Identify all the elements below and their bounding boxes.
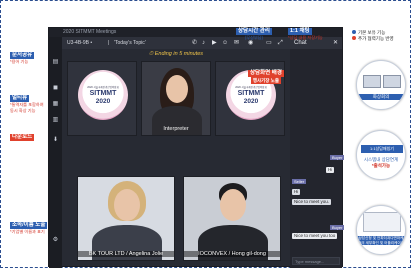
video-tile-seller[interactable]: IOCONVEX / Hong gil-dong	[183, 176, 281, 261]
chat-message: Nice to meet you too	[292, 233, 338, 239]
annotation-download: 다운로드	[10, 134, 35, 141]
participant-name: Interpreter	[163, 126, 189, 132]
multiview-icon[interactable]: ▦	[52, 101, 59, 108]
meeting-id: U3-4B-9B •	[67, 40, 93, 46]
logo-subtitle: 2020 서울국제관광산업박람회	[87, 86, 119, 89]
legend: 기본 보유 기능 추가 협력기능 반영	[352, 30, 394, 42]
participant-name: BK TOUR LTD / Angelina Jolie	[78, 251, 174, 257]
monitor-graphic	[383, 75, 401, 88]
participant-face	[114, 189, 140, 221]
legend-swatch-red	[352, 36, 356, 40]
close-icon[interactable]: ✕	[333, 37, 338, 49]
logo-title: SITMMT	[237, 90, 265, 97]
video-grid: 2020 서울국제관광산업박람회 SITMMT 2020 Interpreter…	[67, 61, 285, 266]
participant-face	[166, 75, 188, 103]
buyer-tag: Buyer	[330, 225, 345, 230]
share-document-icon[interactable]: ▤	[52, 59, 59, 66]
sitmmt-logo: 2020 서울국제관광산업박람회 SITMMT 2020	[78, 70, 128, 120]
chat-message: Nice to meet you.	[292, 199, 332, 205]
video-meeting-window: 2020 SITMMT Meetings ▤ ◼ ▦ ▥ ⬇ ⚙ U3-4B-9…	[48, 27, 345, 268]
video-icon[interactable]: ▶	[212, 37, 217, 49]
annotation-multiview-title: 멀티뷰	[10, 95, 30, 102]
window-title: 2020 SITMMT Meetings	[63, 29, 117, 35]
annotation-share-title: 문서공유	[10, 52, 35, 59]
annotation-multiview: 멀티뷰 *통역자를 포함하여 동시 화상 기능	[10, 95, 44, 114]
feature-matching: 1:1상담매칭기 시스템내 상담연계 *출석가능	[356, 130, 406, 180]
video-tile-logo-left[interactable]: 2020 서울국제관광산업박람회 SITMMT 2020	[67, 61, 137, 136]
annotation-share-note: *용어 기능	[10, 59, 29, 64]
annotation-background: 상담화면 배경 행사기장 노출	[248, 70, 284, 84]
feature-note: *출석가능	[371, 163, 391, 168]
mic-icon[interactable]: ♪	[202, 37, 205, 49]
legend-label: 추가 협력기능 반영	[358, 36, 394, 41]
annotation-chat-note: *상담 내용 저장기능	[288, 35, 323, 40]
chat-message: Hi	[326, 167, 335, 173]
legend-label: 기본 보유 기능	[358, 30, 386, 35]
logo-title: SITMMT	[89, 90, 117, 97]
video-tile-buyer[interactable]: BK TOUR LTD / Angelina Jolie	[77, 176, 175, 261]
annotation-chat: 1:1 채팅 *상담 내용 저장기능	[288, 28, 323, 41]
annotation-identity: 소속/이름 노출 *기업별 이름과 표기	[10, 222, 48, 235]
buyer-tag: Buyer	[330, 155, 345, 160]
chat-panel: Buyer Hi Seller Hi Nice to meet you. Buy…	[290, 49, 345, 268]
annotation-share: 문서공유 *용어 기능	[10, 52, 35, 65]
annotation-timer-title: 상담시간 관리	[236, 28, 272, 35]
annotation-background-title: 상담화면 배경	[248, 70, 284, 77]
toolbar-separator: |	[108, 40, 110, 46]
participant-face	[220, 189, 246, 221]
people-icon[interactable]: ☺	[222, 37, 228, 49]
video-tile-interpreter[interactable]: Interpreter	[141, 61, 211, 136]
annotation-download-title: 다운로드	[10, 134, 35, 141]
chat-input[interactable]: Type message...	[292, 257, 340, 265]
monitor-graphic	[363, 75, 381, 88]
feature-video-conference: 화상회의	[356, 60, 406, 110]
grid-icon[interactable]: ▥	[52, 117, 59, 124]
seller-tag: Seller	[292, 179, 307, 184]
feature-title: 1:1상담매칭기	[361, 145, 403, 153]
annotation-multiview-note: *통역자를 포함하여 동시 화상 기능	[10, 102, 44, 113]
annotation-timer: 상담시간 관리 (무상부담)	[236, 28, 272, 41]
document-graphic	[363, 212, 401, 232]
legend-swatch-blue	[352, 30, 356, 34]
logo-subtitle: 2020 서울국제관광산업박람회	[235, 86, 267, 89]
feature-label: 화상회의	[357, 94, 405, 100]
feature-label: 상담신청 및 언파더과다변마케팅의 세부확인 및 어플리케이션	[357, 236, 405, 245]
meeting-topic: 'Today's Topic'	[114, 40, 146, 46]
time-notice: ⏱ Ending in 5 minutes	[148, 51, 204, 57]
download-icon[interactable]: ⬇	[52, 137, 59, 144]
annotation-identity-title: 소속/이름 노출	[10, 222, 48, 229]
settings-icon[interactable]: ⚙	[52, 237, 59, 244]
feature-application: 상담신청 및 언파더과다변마케팅의 세부확인 및 어플리케이션	[356, 205, 406, 255]
annotation-chat-title: 1:1 채팅	[288, 28, 312, 35]
phone-icon[interactable]: ✆	[192, 37, 197, 49]
annotation-identity-note: *기업별 이름과 표기	[10, 229, 45, 234]
legend-item-added: 추가 협력기능 반영	[352, 36, 394, 42]
participant-name: IOCONVEX / Hong gil-dong	[184, 251, 280, 257]
annotation-timer-note: (무상부담)	[244, 35, 264, 40]
annotation-background-note: 행사기장 노출	[250, 77, 281, 84]
logo-year: 2020	[95, 98, 111, 105]
camera-icon[interactable]: ◼	[52, 85, 59, 92]
chat-message: Hi	[292, 189, 301, 195]
fullscreen-icon[interactable]: ⤢	[278, 37, 283, 49]
left-toolbar: ▤ ◼ ▦ ▥ ⬇ ⚙	[49, 37, 62, 268]
logo-year: 2020	[243, 98, 259, 105]
